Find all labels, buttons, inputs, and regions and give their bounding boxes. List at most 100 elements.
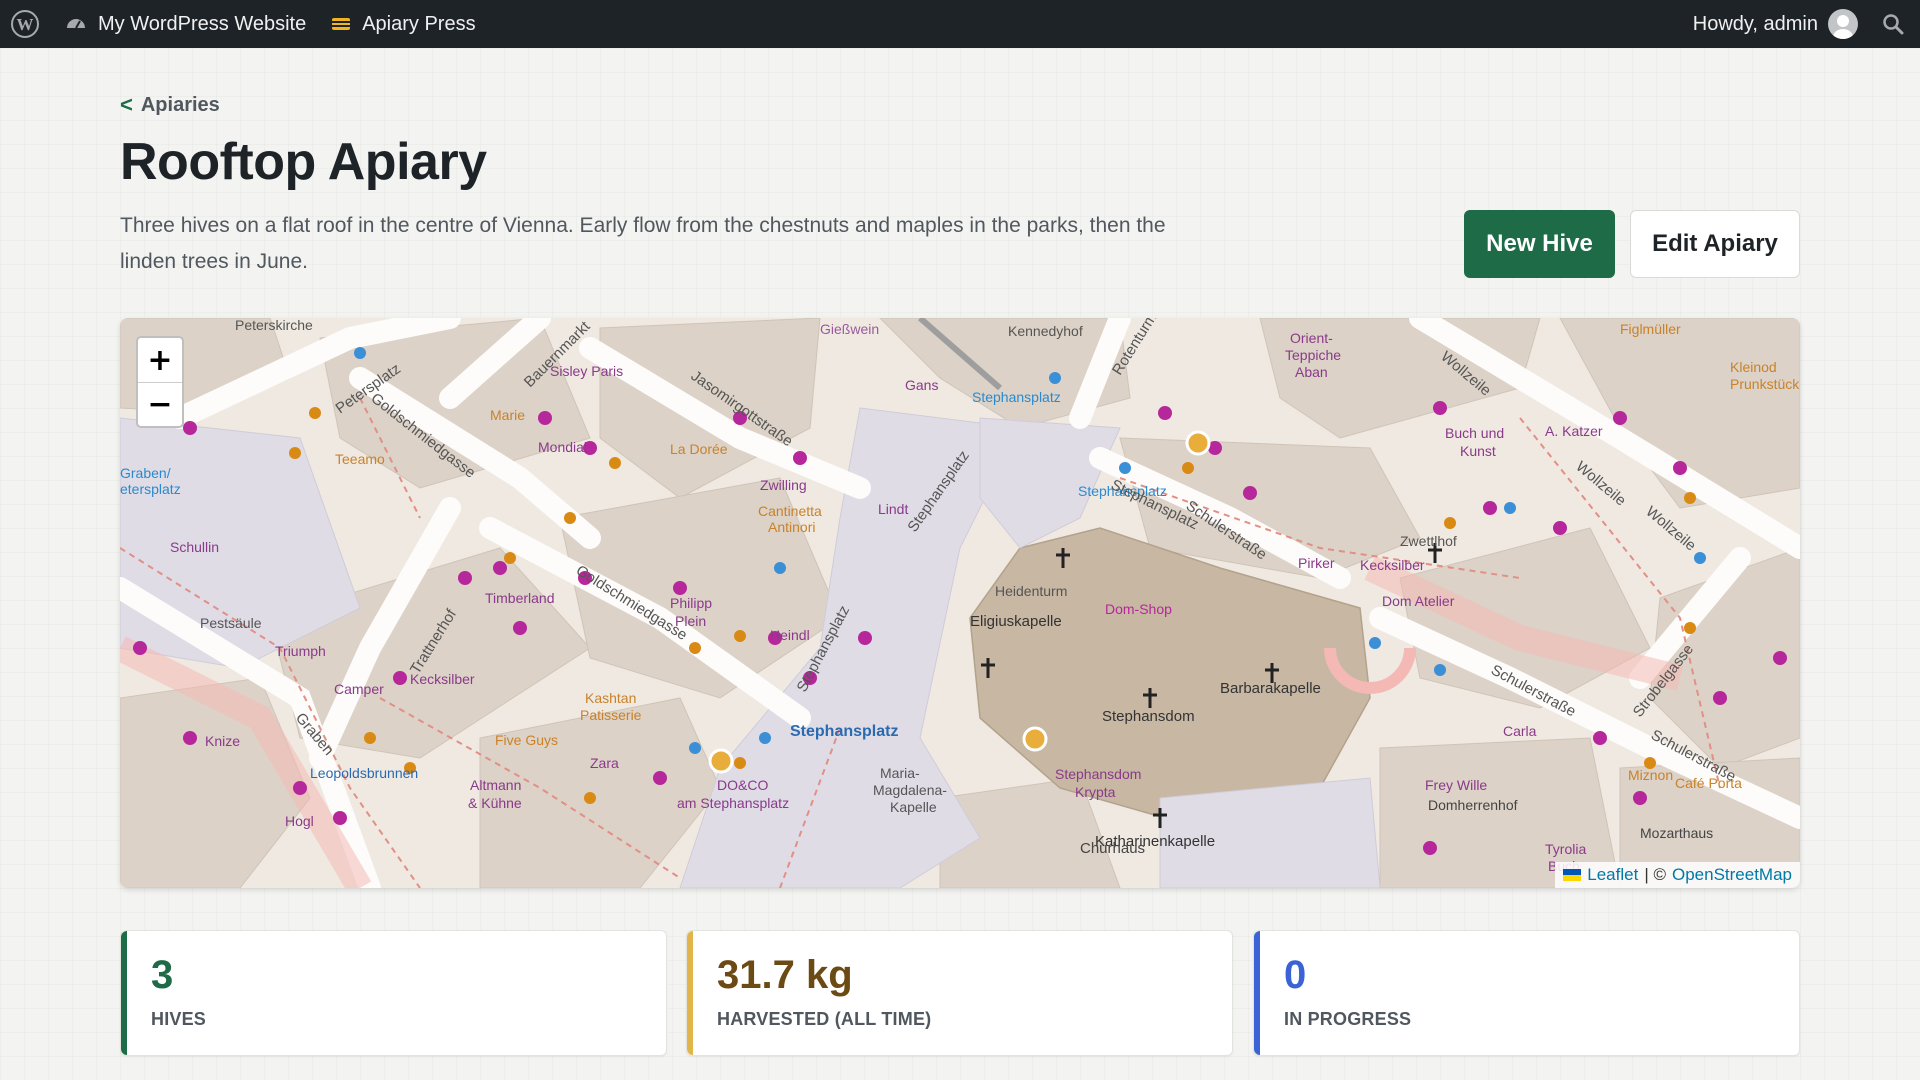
svg-text:Mozarthaus: Mozarthaus	[1640, 825, 1713, 841]
apiary-plugin-icon	[330, 13, 352, 35]
wordpress-logo-icon[interactable]: W	[0, 0, 52, 48]
stat-label: IN PROGRESS	[1284, 1009, 1412, 1029]
account-menu[interactable]: Howdy, admin	[1681, 0, 1870, 48]
svg-text:Graben/: Graben/	[120, 465, 171, 481]
svg-text:Dom Atelier: Dom Atelier	[1382, 593, 1455, 609]
svg-text:Zara: Zara	[590, 755, 619, 771]
svg-text:Heidenturm: Heidenturm	[995, 583, 1067, 599]
dashboard-icon	[64, 12, 88, 36]
svg-text:Orient-: Orient-	[1290, 330, 1333, 346]
svg-text:Peterskirche: Peterskirche	[235, 318, 313, 333]
new-hive-button[interactable]: New Hive	[1464, 210, 1615, 278]
svg-text:Stephansplatz: Stephansplatz	[790, 723, 898, 740]
hive-marker[interactable]	[1185, 430, 1211, 456]
svg-text:Churhaus: Churhaus	[1080, 840, 1145, 857]
avatar	[1828, 9, 1858, 39]
stat-label: HIVES	[151, 1009, 207, 1029]
svg-text:Stephansdom: Stephansdom	[1102, 708, 1195, 725]
svg-text:Timberland: Timberland	[485, 590, 555, 606]
map-zoom-control: + −	[136, 336, 184, 428]
svg-text:Philipp: Philipp	[670, 595, 712, 611]
stat-label: HARVESTED (ALL TIME)	[717, 1009, 932, 1029]
svg-text:Magdalena-: Magdalena-	[873, 782, 947, 798]
svg-text:Prunkstück: Prunkstück	[1730, 376, 1800, 392]
apiary-description: Three hives on a flat roof in the centre…	[120, 214, 1166, 273]
svg-text:Domherrenhof: Domherrenhof	[1428, 797, 1518, 813]
svg-text:Teeamo: Teeamo	[335, 451, 385, 467]
site-name-menu[interactable]: My WordPress Website	[52, 0, 318, 48]
svg-text:Teppiche: Teppiche	[1285, 347, 1341, 363]
svg-text:Camper: Camper	[334, 681, 384, 697]
svg-text:Pirker: Pirker	[1298, 555, 1335, 571]
svg-text:Altmann: Altmann	[470, 777, 521, 793]
map-tiles[interactable]: Peterskirche Kennedyhof Gießwein Eligius…	[120, 318, 1800, 888]
stat-value: 0	[1284, 953, 1307, 997]
svg-text:Hogl: Hogl	[285, 813, 314, 829]
svg-text:Barbarakapelle: Barbarakapelle	[1220, 680, 1321, 697]
stat-accent-bar	[121, 931, 127, 1055]
chevron-left-icon: <	[120, 92, 133, 117]
edit-apiary-button[interactable]: Edit Apiary	[1630, 210, 1800, 278]
svg-text:Stephansplatz: Stephansplatz	[972, 389, 1061, 405]
svg-text:Frey Wille: Frey Wille	[1425, 777, 1487, 793]
svg-text:etersplatz: etersplatz	[120, 481, 181, 497]
stat-card-in-progress: 0 IN PROGRESS	[1253, 930, 1800, 1056]
greeting-label: Howdy, admin	[1692, 12, 1818, 35]
hive-marker[interactable]	[708, 748, 734, 774]
map-attribution: Leaflet | © OpenStreetMap	[1555, 862, 1800, 888]
stat-accent-bar	[687, 931, 693, 1055]
zoom-in-button[interactable]: +	[138, 338, 182, 382]
svg-text:Cantinetta: Cantinetta	[758, 503, 822, 519]
breadcrumb-apiaries-link[interactable]: Apiaries	[141, 94, 220, 117]
svg-text:Aban: Aban	[1295, 364, 1328, 380]
svg-text:Marie: Marie	[490, 407, 525, 423]
svg-text:Mondial: Mondial	[538, 439, 587, 455]
stat-value: 3	[151, 953, 174, 997]
svg-text:Patisserie: Patisserie	[580, 707, 642, 723]
svg-text:Dom-Shop: Dom-Shop	[1105, 601, 1172, 617]
svg-text:Sisley Paris: Sisley Paris	[550, 363, 623, 379]
stat-card-hives: 3 HIVES	[120, 930, 667, 1056]
svg-text:Kleinod: Kleinod	[1730, 359, 1777, 375]
site-name-label: My WordPress Website	[98, 12, 307, 35]
apiary-plugin-menu[interactable]: Apiary Press	[318, 0, 487, 48]
svg-text:Gießwein: Gießwein	[820, 321, 879, 337]
svg-text:Buch und: Buch und	[1445, 425, 1504, 441]
svg-text:Triumph: Triumph	[275, 643, 326, 659]
svg-text:DO&CO: DO&CO	[717, 777, 768, 793]
svg-text:Tyrolia: Tyrolia	[1545, 841, 1586, 857]
svg-text:Pestsäule: Pestsäule	[200, 615, 262, 631]
leaflet-link[interactable]: Leaflet	[1587, 865, 1638, 885]
svg-text:La Dorée: La Dorée	[670, 441, 728, 457]
svg-text:Leopoldsbrunnen: Leopoldsbrunnen	[310, 765, 418, 781]
svg-text:am Stephansplatz: am Stephansplatz	[677, 795, 789, 811]
svg-text:Figlmüller: Figlmüller	[1620, 321, 1681, 337]
admin-bar: W My WordPress Website Apiary Press Howd…	[0, 0, 1920, 48]
svg-text:W: W	[17, 15, 34, 34]
attribution-separator: | ©	[1644, 865, 1666, 884]
svg-text:Krypta: Krypta	[1075, 784, 1116, 800]
openstreetmap-link[interactable]: OpenStreetMap	[1672, 865, 1792, 885]
svg-text:Knize: Knize	[205, 733, 240, 749]
svg-text:Lindt: Lindt	[878, 501, 908, 517]
svg-text:Five Guys: Five Guys	[495, 732, 558, 748]
svg-text:Zwettlhof: Zwettlhof	[1400, 533, 1457, 549]
svg-text:Eligiuskapelle: Eligiuskapelle	[970, 613, 1062, 630]
stat-card-harvested: 31.7 kg HARVESTED (ALL TIME)	[686, 930, 1233, 1056]
svg-text:A. Katzer: A. Katzer	[1545, 423, 1603, 439]
search-icon[interactable]	[1870, 0, 1920, 48]
svg-text:Antinori: Antinori	[768, 519, 815, 535]
page-title: Rooftop Apiary	[120, 133, 487, 191]
ukraine-flag-icon	[1563, 869, 1582, 881]
zoom-out-button[interactable]: −	[138, 382, 182, 426]
hive-marker[interactable]	[1022, 726, 1048, 752]
apiary-plugin-label: Apiary Press	[362, 12, 476, 35]
svg-text:Heindl: Heindl	[770, 627, 810, 643]
svg-text:Maria-: Maria-	[880, 765, 920, 781]
svg-text:& Kühne: & Kühne	[468, 795, 522, 811]
svg-text:Kecksilber: Kecksilber	[1360, 557, 1425, 573]
apiary-map[interactable]: Peterskirche Kennedyhof Gießwein Eligius…	[120, 318, 1800, 888]
breadcrumb[interactable]: < Apiaries	[120, 92, 220, 118]
svg-text:Zwilling: Zwilling	[760, 477, 807, 493]
svg-text:Kunst: Kunst	[1460, 443, 1496, 459]
